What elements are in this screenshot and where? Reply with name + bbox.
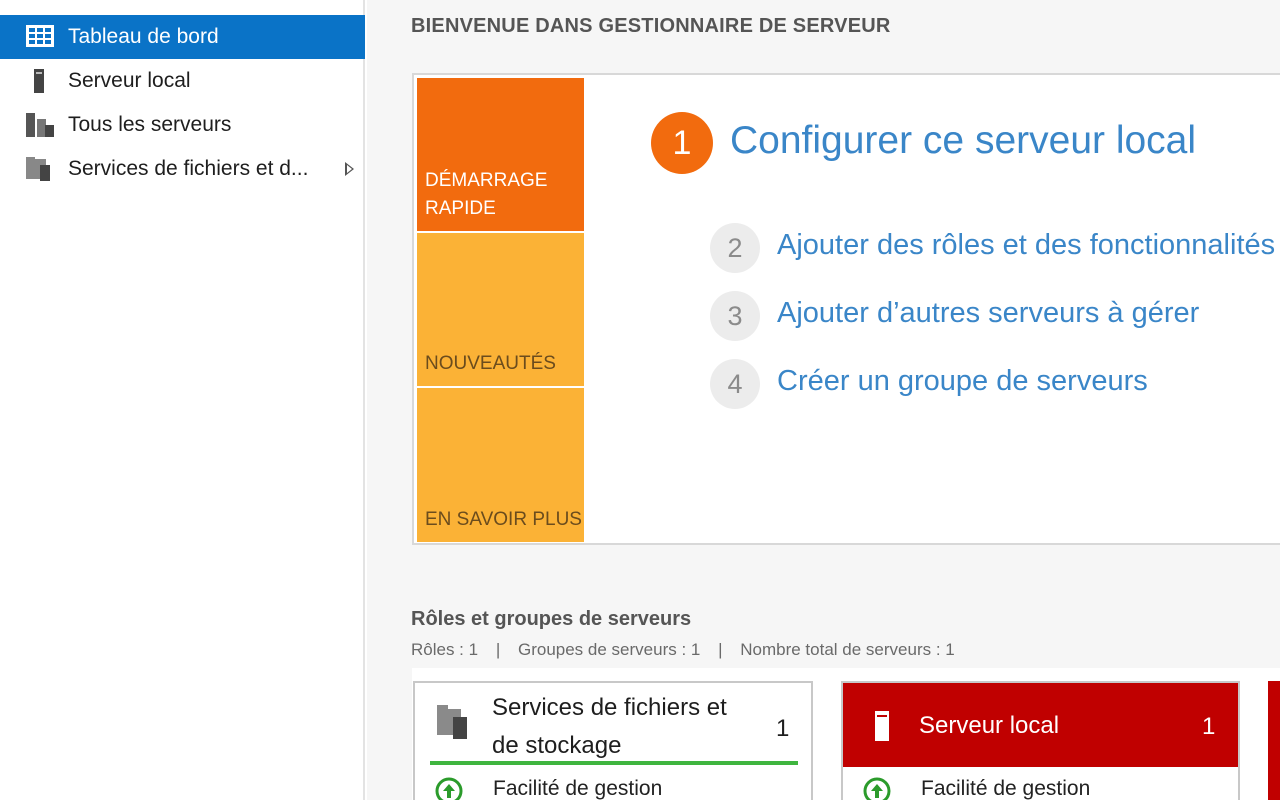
chevron-right-icon[interactable] [345,162,354,176]
sidebar-item-label: Services de fichiers et d... [68,157,309,180]
sidebar-item-tableau-de-bord[interactable]: Tableau de bord [0,15,365,59]
status-bar [430,761,798,765]
separator: | [718,640,723,659]
server-icon [34,69,44,93]
sidebar-item-label: Tous les serveurs [68,113,232,136]
sidebar-item-label: Serveur local [68,69,191,92]
card-title-line: Services de fichiers et [492,694,727,721]
role-card-partial[interactable] [1268,681,1280,800]
tile-nouveautes[interactable]: NOUVEAUTÉS [417,233,584,386]
roles-summary: Rôles : 1 | Groupes de serveurs : 1 | No… [411,640,955,660]
section-title: Rôles et groupes de serveurs [411,608,692,630]
sidebar-item-serveur-local[interactable]: Serveur local [0,59,365,103]
roles-count: Rôles : 1 [411,640,479,659]
tile-en-savoir-plus[interactable]: EN SAVOIR PLUS [417,388,584,542]
tile-label: EN SAVOIR PLUS [425,509,582,530]
arrow-up-circle-icon [863,777,891,800]
arrow-up-circle-icon [435,777,463,800]
tile-label: NOUVEAUTÉS [425,353,556,374]
quick-start-panel: DÉMARRAGE RAPIDE NOUVEAUTÉS EN SAVOIR PL… [412,73,1280,545]
role-card-file-services[interactable]: Services de fichiers et de stockage 1 Fa… [413,681,813,800]
status-label: Facilité de gestion [493,777,663,800]
total-servers-count: Nombre total de serveurs : 1 [740,640,955,659]
page-title: BIENVENUE DANS GESTIONNAIRE DE SERVEUR [411,15,891,37]
sidebar-item-label: Tableau de bord [68,25,219,48]
sidebar-item-tous-les-serveurs[interactable]: Tous les serveurs [0,103,365,147]
file-services-icon [437,705,467,739]
card-title: Serveur local [919,712,1060,739]
sidebar: Tableau de bord Serveur local Tous les s… [0,0,365,800]
card-title: Services de fichiers et de stockage [492,689,727,765]
step-link-create-server-group[interactable]: Créer un groupe de serveurs [777,365,1148,398]
card-count: 1 [776,715,790,742]
role-card-local-server[interactable]: Serveur local 1 Facilité de gestion [841,681,1240,800]
card-header[interactable]: Serveur local 1 [843,683,1238,767]
card-header[interactable]: Services de fichiers et de stockage 1 [415,683,811,765]
step-number-badge: 2 [710,223,760,273]
card-title-line: de stockage [492,732,622,759]
separator: | [495,640,501,659]
dashboard-icon [26,25,54,47]
tile-demarrage-rapide[interactable]: DÉMARRAGE RAPIDE [417,78,584,231]
step-number-badge: 4 [710,359,760,409]
sidebar-item-services-fichiers[interactable]: Services de fichiers et d... [0,147,365,191]
step-link-add-servers[interactable]: Ajouter d’autres serveurs à gérer [777,297,1199,330]
status-label: Facilité de gestion [921,777,1091,800]
step-link-configure-local-server[interactable]: Configurer ce serveur local [730,119,1196,163]
step-number-badge: 1 [651,112,713,174]
step-number-badge: 3 [710,291,760,341]
main-content: BIENVENUE DANS GESTIONNAIRE DE SERVEUR D… [367,0,1280,800]
server-icon [875,711,889,741]
file-services-icon [26,157,50,181]
all-servers-icon [26,113,54,137]
groups-count: Groupes de serveurs : 1 [517,640,701,659]
tile-label: DÉMARRAGE RAPIDE [425,170,548,219]
card-count: 1 [1202,713,1216,740]
step-link-add-roles[interactable]: Ajouter des rôles et des fonctionnalités [777,229,1275,262]
